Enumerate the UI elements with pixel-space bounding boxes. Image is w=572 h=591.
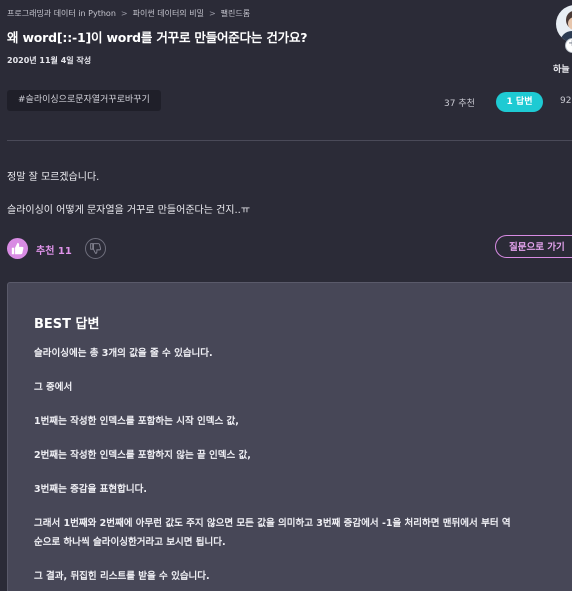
question-page: 프로그래밍과 데이터 in Python > 파이썬 데이터의 비밀 > 팰린드… [0, 0, 572, 591]
answer-count-badge[interactable]: 1 답변 [496, 92, 543, 112]
recommend-count: 37 추천 [444, 99, 475, 109]
answer-line: 3번째는 증감을 표현합니다. [34, 484, 147, 495]
question-date: 2020년 11월 4일 작성 [7, 56, 92, 65]
answer-line: 그 결과, 뒤집힌 리스트를 받을 수 있습니다. [34, 571, 210, 582]
answer-line: 슬라이싱에는 총 3개의 값을 줄 수 있습니다. [34, 348, 213, 359]
breadcrumb-separator: > [208, 9, 216, 18]
answer-line: 순으로 하나씩 슬라이싱한거라고 보시면 됩니다. [34, 537, 226, 548]
answer-line: 그래서 1번째와 2번째에 아무런 값도 주지 않으면 모든 값을 의미하고 3… [34, 518, 511, 529]
breadcrumb: 프로그래밍과 데이터 in Python > 파이썬 데이터의 비밀 > 팰린드… [7, 8, 250, 19]
question-body-line: 슬라이싱이 어떻게 문자열을 거꾸로 만들어준다는 건지..ㅠ [7, 205, 251, 216]
like-count-label[interactable]: 추천 11 [36, 242, 72, 257]
author-name[interactable]: 하늘 [553, 62, 570, 75]
dislike-button[interactable] [85, 238, 106, 259]
question-title: 왜 word[::-1]이 word를 거꾸로 만들어준다는 건가요? [7, 30, 308, 45]
answer-line: 그 중에서 [34, 382, 73, 393]
thumbs-up-icon [11, 242, 24, 255]
follow-badge-icon[interactable]: + [565, 38, 572, 53]
best-answer-heading: BEST 답변 [34, 317, 100, 332]
answer-line: 2번째는 작성한 인덱스를 포함하지 않는 끝 인덱스 값, [34, 450, 251, 461]
divider [7, 140, 572, 141]
thumbs-down-icon [90, 243, 101, 254]
answer-line: 1번째는 작성한 인덱스를 포함하는 시작 인덱스 값, [34, 416, 239, 427]
breadcrumb-item-course[interactable]: 프로그래밍과 데이터 in Python [7, 8, 116, 19]
breadcrumb-item-lesson[interactable]: 팰린드롬 [221, 8, 250, 19]
question-body-line: 정말 잘 모르겠습니다. [7, 172, 100, 183]
question-tag[interactable]: #슬라이싱으로문자열거꾸로바꾸기 [7, 90, 161, 111]
go-to-question-button[interactable]: 질문으로 가기 [495, 235, 572, 258]
breadcrumb-item-chapter[interactable]: 파이썬 데이터의 비밀 [133, 8, 204, 19]
breadcrumb-separator: > [120, 9, 128, 18]
like-button[interactable] [7, 238, 28, 259]
views-count: 92 [560, 96, 572, 106]
